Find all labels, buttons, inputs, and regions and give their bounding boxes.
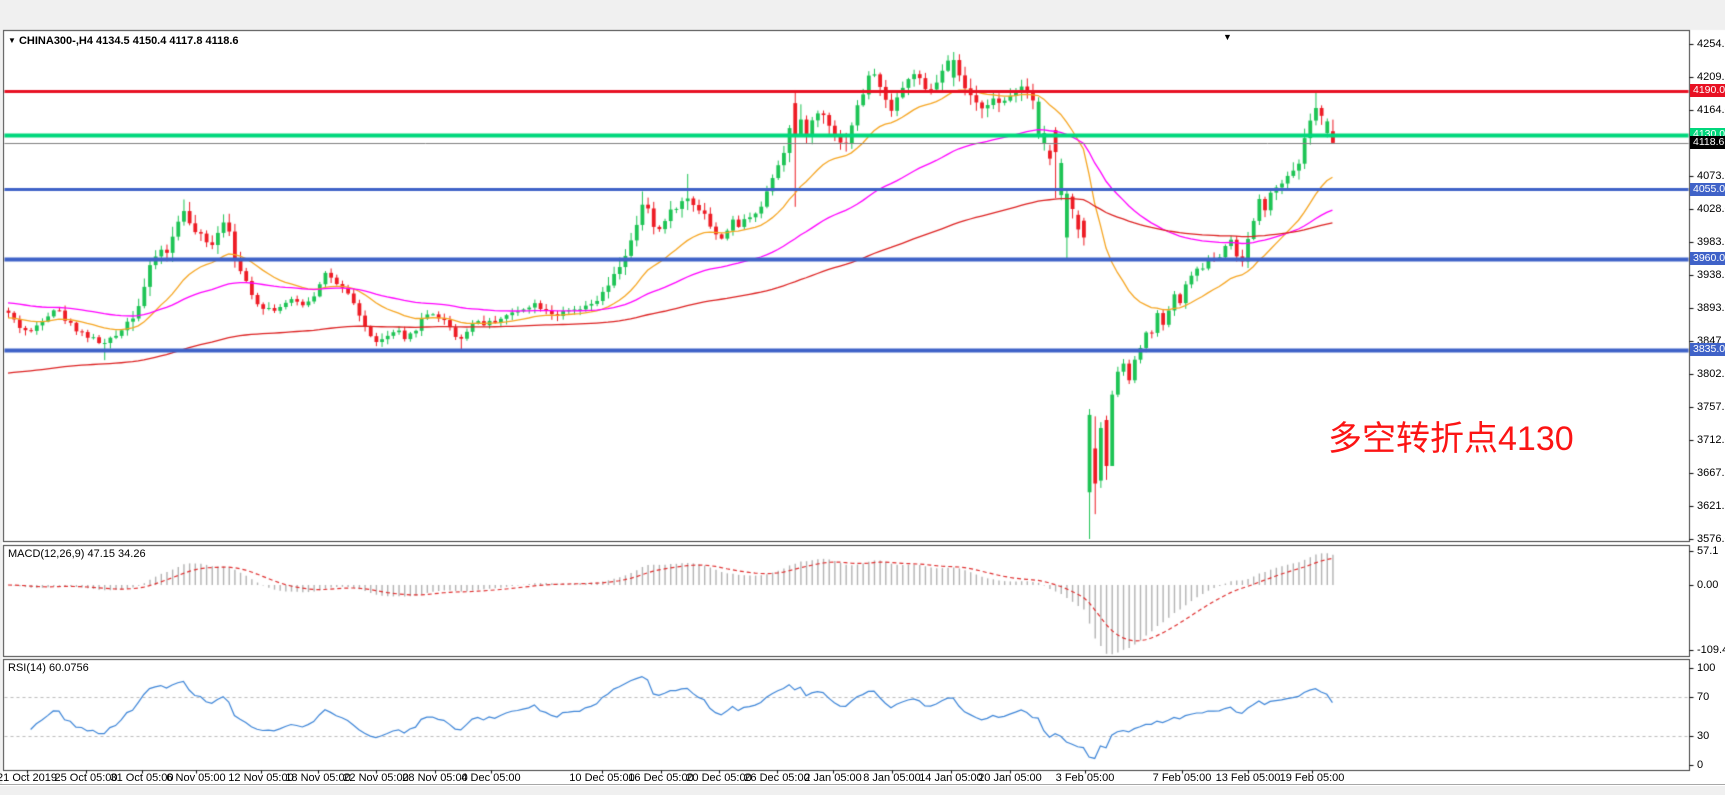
date-tick-label: 25 Oct 05:00 <box>55 772 118 784</box>
mt4-terminal: { "toolbar": { "left_icons": [ {"name": … <box>0 0 1725 794</box>
date-tick-label: 6 Nov 05:00 <box>166 772 225 784</box>
price-tick-label: 3667.0 <box>1697 467 1725 479</box>
macd-tick-label: -109.43 <box>1697 644 1725 656</box>
date-tick-label: 16 Dec 05:00 <box>628 772 693 784</box>
level-price-badge: 4190.0 <box>1690 84 1725 97</box>
price-tick-label: 3893.0 <box>1697 302 1725 314</box>
price-tick-label: 4073.0 <box>1697 170 1725 182</box>
date-tick-label: 7 Feb 05:00 <box>1153 772 1212 784</box>
chevron-down-icon[interactable]: ▼ <box>8 36 16 45</box>
date-tick-label: 3 Feb 05:00 <box>1056 772 1115 784</box>
chart-title: ▼ CHINA300-,H4 4134.5 4150.4 4117.8 4118… <box>8 35 239 47</box>
macd-label: MACD(12,26,9) 47.15 34.26 <box>8 548 146 560</box>
date-tick-label: 21 Oct 2019 <box>0 772 57 784</box>
date-tick-label: 14 Jan 05:00 <box>919 772 983 784</box>
price-tick-label: 4164.0 <box>1697 104 1725 116</box>
macd-tick-label: 57.1 <box>1697 545 1718 557</box>
chart-annotation-text: 多空转折点4130 <box>1328 411 1574 460</box>
date-tick-label: 26 Dec 05:00 <box>744 772 809 784</box>
current-price-badge: 4118.6 <box>1690 136 1725 149</box>
date-tick-label: 2 Jan 05:00 <box>804 772 862 784</box>
level-price-badge: 3960.0 <box>1690 252 1725 265</box>
price-tick-label: 4254.0 <box>1697 38 1725 50</box>
level-price-badge: 3835.0 <box>1690 343 1725 356</box>
date-tick-label: 28 Nov 05:00 <box>402 772 467 784</box>
price-tick-label: 3757.0 <box>1697 401 1725 413</box>
rsi-tick-label: 0 <box>1697 759 1703 771</box>
rsi-tick-label: 70 <box>1697 691 1709 703</box>
ohlc-values: 4134.5 4150.4 4117.8 4118.6 <box>96 35 239 47</box>
date-tick-label: 12 Nov 05:00 <box>228 772 293 784</box>
price-tick-label: 4209.0 <box>1697 71 1725 83</box>
symbol-label: CHINA300-,H4 <box>19 35 93 47</box>
price-tick-label: 3621.0 <box>1697 500 1725 512</box>
date-tick-label: 20 Dec 05:00 <box>686 772 751 784</box>
price-tick-label: 3802.0 <box>1697 368 1725 380</box>
rsi-tick-label: 100 <box>1697 662 1715 674</box>
date-tick-label: 18 Nov 05:00 <box>285 772 350 784</box>
date-tick-label: 19 Feb 05:00 <box>1280 772 1345 784</box>
rsi-label: RSI(14) 60.0756 <box>8 662 89 674</box>
date-tick-label: 31 Oct 05:00 <box>111 772 174 784</box>
rsi-tick-label: 30 <box>1697 730 1709 742</box>
level-price-badge: 4055.0 <box>1690 183 1725 196</box>
price-tick-label: 3983.0 <box>1697 236 1725 248</box>
price-tick-label: 3576.0 <box>1697 533 1725 545</box>
date-tick-label: 22 Nov 05:00 <box>343 772 408 784</box>
date-tick-label: 4 Dec 05:00 <box>461 772 520 784</box>
date-tick-label: 10 Dec 05:00 <box>569 772 634 784</box>
price-tick-label: 3938.0 <box>1697 269 1725 281</box>
price-tick-label: 3712.0 <box>1697 434 1725 446</box>
date-tick-label: 13 Feb 05:00 <box>1216 772 1281 784</box>
date-tick-label: 8 Jan 05:00 <box>863 772 921 784</box>
chart-shift-marker-icon[interactable]: ▼ <box>1223 32 1232 42</box>
price-tick-label: 4028.0 <box>1697 203 1725 215</box>
macd-tick-label: 0.00 <box>1697 579 1718 591</box>
date-tick-label: 20 Jan 05:00 <box>978 772 1042 784</box>
chart-canvas[interactable] <box>0 0 1725 794</box>
